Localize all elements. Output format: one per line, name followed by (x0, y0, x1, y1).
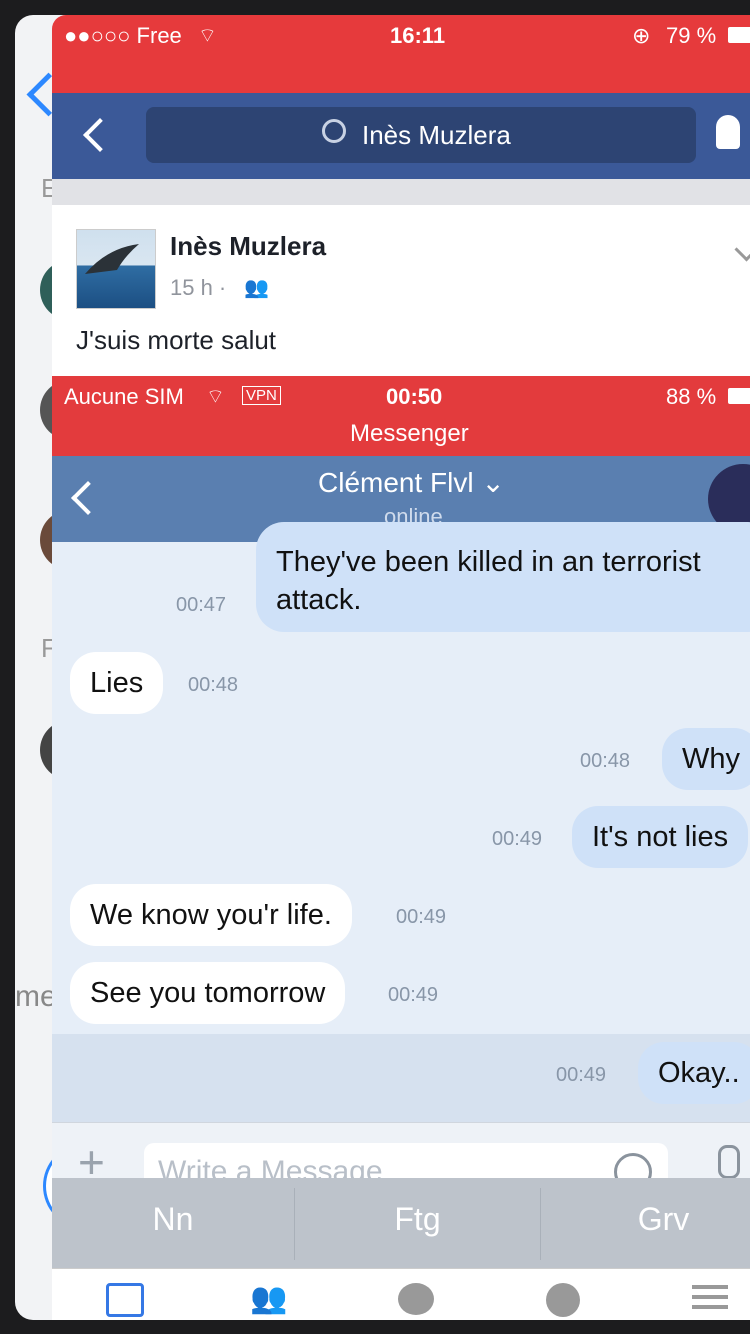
globe-icon[interactable] (546, 1283, 580, 1317)
message-text: We know you'r life. (90, 899, 332, 931)
message-bubble-incoming[interactable]: See you tomorrow (70, 962, 346, 1024)
vpn-badge: VPN (242, 386, 281, 405)
message-text: Why (682, 743, 740, 775)
message-timestamp: 00:48 (580, 750, 631, 772)
back-chevron-icon[interactable] (83, 118, 117, 152)
message-text: Okay.. (658, 1057, 740, 1089)
search-field[interactable]: Inès Muzlera (146, 107, 696, 163)
fb-post: Inès Muzlera 15 h · 👥 J'suis morte salut (52, 205, 750, 377)
battery-icon (728, 388, 750, 404)
back-chevron-icon[interactable] (71, 481, 105, 515)
message-timestamp: 00:49 (556, 1064, 607, 1086)
message-text: See you tomorrow (90, 977, 326, 1009)
message-text: They've been killed in an terrorist (276, 546, 701, 578)
news-feed-icon[interactable] (106, 1283, 144, 1317)
menu-icon[interactable] (692, 1285, 728, 1289)
message-timestamp: 00:49 (388, 984, 439, 1006)
wifi-icon: ⌔ (198, 25, 217, 47)
messenger-icon[interactable] (398, 1283, 434, 1315)
message-bubble-outgoing[interactable]: It's not lies (572, 806, 749, 868)
message-text: attack. (276, 584, 362, 616)
keyboard-suggestion-bar: Nn Ftg Grv (52, 1178, 750, 1268)
microphone-icon[interactable] (718, 1145, 740, 1179)
message-bubble-outgoing[interactable]: Why (662, 728, 750, 790)
rotation-lock-icon: ⊕ (632, 23, 651, 48)
suggestion-item[interactable]: Nn (52, 1178, 294, 1260)
post-meta: 15 h · (170, 275, 227, 300)
post-author-name[interactable]: Inès Muzlera (170, 231, 326, 262)
message-bubble-outgoing[interactable]: Okay.. (638, 1042, 750, 1104)
message-bubble-outgoing[interactable]: They've been killed in an terrorist atta… (256, 522, 750, 632)
battery-icon (728, 27, 750, 43)
friends-request-icon[interactable] (716, 115, 740, 149)
search-icon (322, 119, 346, 143)
text-fragment: me (15, 980, 57, 1013)
post-text: J'suis morte salut (76, 325, 277, 355)
status-time: 16:11 (390, 23, 446, 48)
battery-percent: 88 % (666, 384, 717, 409)
msg-status-bar: Aucune SIM ⌔ VPN 00:50 88 % Messenger (52, 376, 750, 456)
suggestion-item[interactable]: Grv (541, 1178, 750, 1260)
wifi-icon: ⌔ (206, 386, 225, 408)
message-text: Lies (90, 667, 144, 699)
message-text: It's not lies (592, 821, 729, 853)
message-timestamp: 00:49 (492, 828, 543, 850)
facebook-screenshot: ●●○○○ Free ⌔ 16:11 ⊕ 79 % Inès Muzlera I… (52, 15, 750, 377)
friends-icon[interactable]: 👥 (250, 1281, 287, 1316)
message-timestamp: 00:49 (396, 906, 447, 928)
message-bubble-incoming[interactable]: We know you'r life. (70, 884, 352, 946)
divider (52, 179, 750, 205)
return-to-app-label[interactable]: Messenger (350, 420, 469, 448)
whale-icon (85, 244, 139, 274)
battery-percent: 79 % (666, 23, 717, 48)
message-timestamp: 00:47 (176, 594, 227, 616)
suggestion-item[interactable]: Ftg (295, 1178, 540, 1260)
carrier-label: ●●○○○ Free (64, 23, 182, 48)
messenger-screenshot: Aucune SIM ⌔ VPN 00:50 88 % Messenger Cl… (52, 376, 750, 1320)
post-author-avatar[interactable] (76, 229, 156, 309)
fb-status-bar: ●●○○○ Free ⌔ 16:11 ⊕ 79 % (52, 15, 750, 93)
message-timestamp: 00:48 (188, 674, 239, 696)
fb-tab-bar: 👥 (52, 1268, 750, 1320)
chevron-down-icon[interactable] (734, 237, 750, 262)
message-bubble-incoming[interactable]: Lies (70, 652, 164, 714)
friends-icon: 👥 (244, 277, 269, 299)
status-time: 00:50 (386, 384, 443, 409)
fb-nav-bar: Inès Muzlera (52, 93, 750, 179)
carrier-label: Aucune SIM (64, 384, 184, 409)
contact-name[interactable]: Clément Flvl ⌄ (318, 466, 505, 499)
search-text: Inès Muzlera (362, 120, 511, 150)
